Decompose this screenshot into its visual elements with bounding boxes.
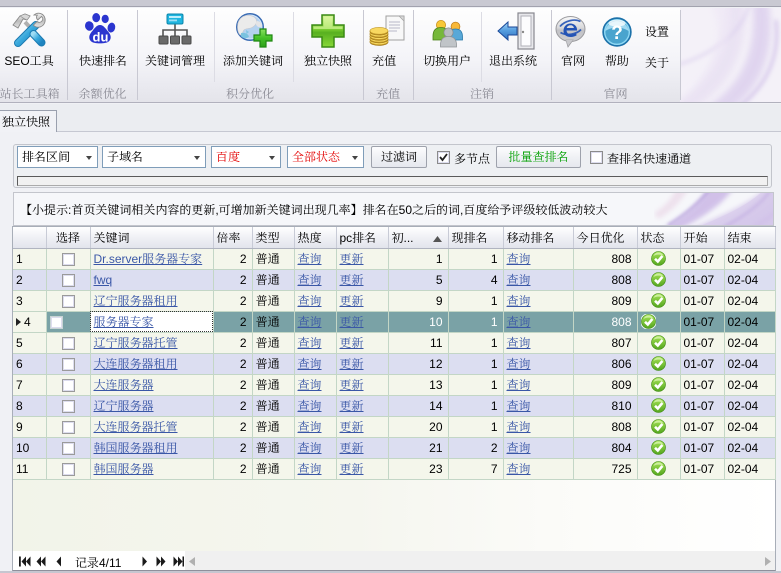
svg-text:?: ? (611, 23, 623, 44)
svg-text:du: du (93, 30, 109, 45)
